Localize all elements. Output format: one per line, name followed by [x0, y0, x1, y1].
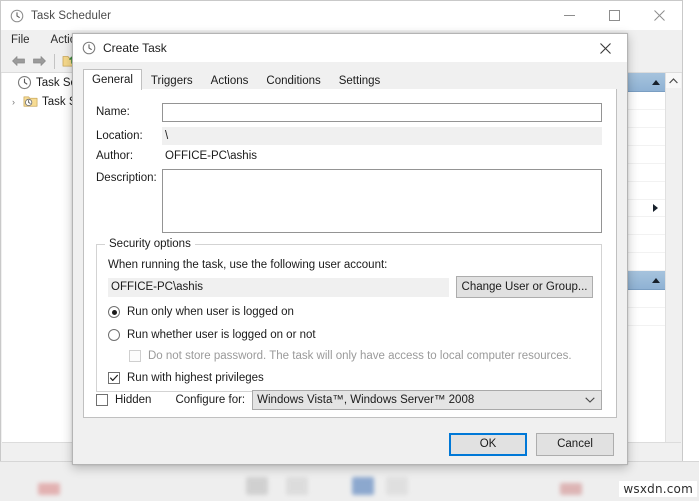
location-field-row: Location: \: [96, 127, 602, 145]
radio-icon-unselected[interactable]: [108, 329, 120, 341]
minimize-icon[interactable]: [547, 1, 592, 30]
author-label: Author:: [96, 147, 162, 165]
taskbar-icon: [286, 477, 308, 495]
checkbox-run-with-highest-privileges[interactable]: Run with highest privileges: [108, 372, 264, 384]
maximize-icon[interactable]: [592, 1, 637, 30]
collapse-triangle-up-icon: [652, 80, 660, 85]
scroll-up-arrow-icon[interactable]: [666, 73, 681, 88]
checkbox-label: Do not store password. The task will onl…: [148, 350, 572, 362]
checkbox-do-not-store-password: Do not store password. The task will onl…: [129, 350, 572, 362]
toolbar-separator: [54, 54, 55, 69]
menu-file[interactable]: File: [11, 30, 30, 50]
chevron-right-icon[interactable]: ›: [12, 97, 23, 107]
tab-conditions[interactable]: Conditions: [257, 70, 329, 90]
forward-arrow-icon[interactable]: [29, 51, 50, 71]
hidden-label: Hidden: [115, 394, 151, 406]
description-field-row: Description:: [96, 169, 602, 233]
app-titlebar: Task Scheduler: [1, 1, 682, 30]
taskbar-icon: [246, 477, 268, 495]
name-input[interactable]: [162, 103, 602, 122]
taskbar-icon: [352, 477, 374, 495]
tab-actions[interactable]: Actions: [202, 70, 258, 90]
change-user-or-group-button[interactable]: Change User or Group...: [456, 276, 593, 298]
ok-button[interactable]: OK: [449, 433, 527, 456]
chevron-down-icon[interactable]: [585, 396, 595, 405]
radio-label: Run only when user is logged on: [127, 306, 294, 318]
taskbar-icon: [386, 477, 408, 495]
tab-settings[interactable]: Settings: [330, 70, 390, 90]
radio-icon-selected[interactable]: [108, 306, 120, 318]
location-value: \: [162, 127, 602, 145]
app-title: Task Scheduler: [31, 10, 111, 22]
taskbar-blur-layer: [0, 462, 699, 501]
author-field-row: Author: OFFICE-PC\ashis: [96, 147, 602, 165]
radio-run-whether-logged-on-or-not[interactable]: Run whether user is logged on or not: [108, 329, 316, 341]
expand-triangle-right-icon: [653, 204, 658, 212]
actions-scrollbar[interactable]: [665, 73, 681, 442]
general-tab-page: Name: Location: \ Author: OFFICE-PC\ashi…: [83, 89, 617, 418]
user-account-value: OFFICE-PC\ashis: [108, 278, 449, 297]
create-task-dialog: Create Task General Triggers Actions Con…: [72, 33, 628, 465]
dialog-titlebar: Create Task: [73, 34, 627, 62]
account-prompt-label: When running the task, use the following…: [108, 259, 387, 271]
security-options-group: Security options When running the task, …: [96, 244, 602, 392]
taskbar-icon: [560, 483, 582, 495]
dialog-tabs: General Triggers Actions Conditions Sett…: [83, 68, 627, 89]
tab-general[interactable]: General: [83, 69, 142, 90]
collapse-triangle-up-icon: [652, 278, 660, 283]
tab-triggers[interactable]: Triggers: [142, 70, 202, 90]
folder-clock-icon: [23, 94, 38, 109]
back-arrow-icon[interactable]: [8, 51, 29, 71]
dialog-footer: OK Cancel: [73, 424, 627, 464]
close-icon[interactable]: [637, 1, 682, 30]
checkbox-icon-unchecked-disabled: [129, 350, 141, 362]
clock-icon: [82, 41, 96, 55]
cancel-button[interactable]: Cancel: [536, 433, 614, 456]
description-input[interactable]: [162, 169, 602, 233]
description-label: Description:: [96, 169, 162, 187]
taskbar-icon: [38, 483, 60, 495]
clock-icon: [10, 9, 24, 23]
radio-label: Run whether user is logged on or not: [127, 329, 316, 341]
configure-for-dropdown[interactable]: Windows Vista™, Windows Server™ 2008: [252, 390, 602, 410]
taskbar: wsxdn.com: [0, 461, 699, 501]
clock-icon: [17, 75, 32, 90]
security-options-legend: Security options: [105, 238, 195, 250]
checkbox-label: Run with highest privileges: [127, 372, 264, 384]
location-label: Location:: [96, 127, 162, 145]
name-label: Name:: [96, 103, 162, 121]
close-icon[interactable]: [583, 34, 627, 62]
configure-for-label: Configure for:: [175, 394, 245, 406]
name-field-row: Name:: [96, 103, 602, 122]
author-value: OFFICE-PC\ashis: [162, 147, 602, 165]
radio-run-only-when-logged-on[interactable]: Run only when user is logged on: [108, 306, 294, 318]
configure-row: Hidden Configure for: Windows Vista™, Wi…: [96, 390, 602, 410]
dialog-title: Create Task: [103, 41, 167, 55]
checkbox-hidden[interactable]: [96, 394, 108, 406]
checkbox-icon-checked[interactable]: [108, 372, 120, 384]
window-controls: [547, 1, 682, 30]
watermark: wsxdn.com: [619, 481, 697, 497]
configure-for-selected-value: Windows Vista™, Windows Server™ 2008: [257, 394, 474, 406]
